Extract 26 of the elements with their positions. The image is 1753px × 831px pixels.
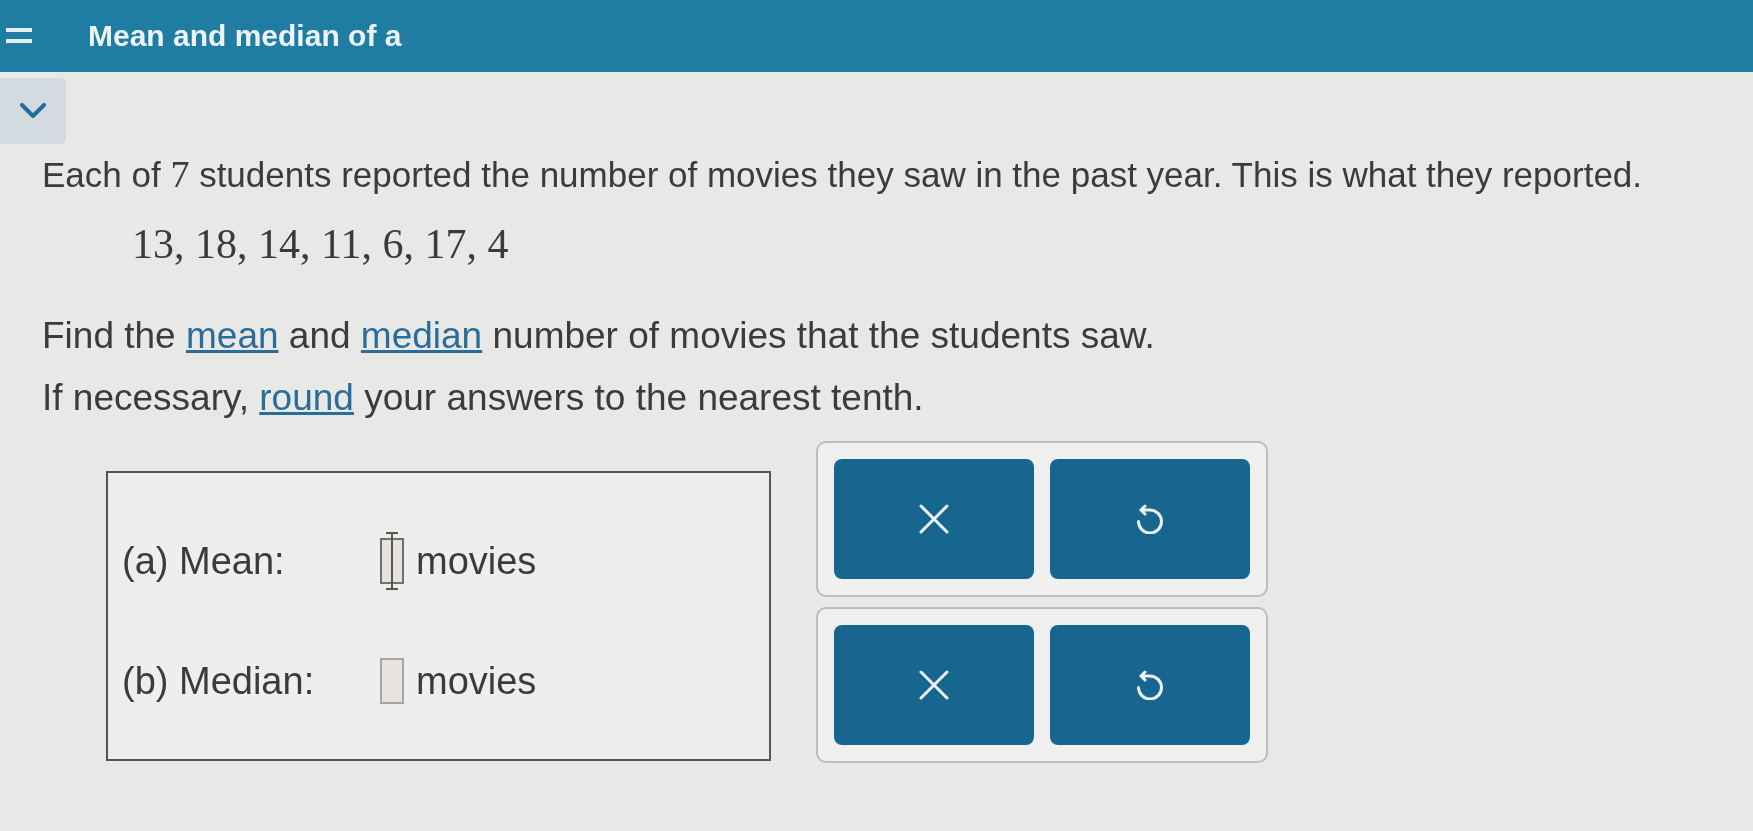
problem-statement: Each of 7 students reported the number of movies they saw in the past year. This is what they reported. bbox=[42, 154, 1643, 195]
glossary-link[interactable]: round bbox=[259, 377, 354, 418]
glossary-link[interactable]: mean bbox=[186, 315, 279, 356]
answer-label: (b) Median: bbox=[122, 659, 316, 703]
clear-button[interactable] bbox=[834, 625, 1034, 745]
glossary-link[interactable]: median bbox=[360, 315, 483, 356]
task-instruction: Find the mean and median number of movies that the students saw. bbox=[42, 315, 1155, 357]
answer-field[interactable] bbox=[380, 538, 404, 584]
rounding-instruction: If necessary, round your answers to the nearest tenth. bbox=[42, 377, 924, 419]
cross-icon bbox=[919, 504, 949, 534]
unit-label: movies bbox=[416, 539, 537, 583]
undo-button[interactable] bbox=[1050, 459, 1250, 579]
chevron-down-icon bbox=[20, 103, 46, 119]
data-values: 13, 18, 14, 11, 6, 17, 4 bbox=[132, 221, 509, 267]
answer-label: (a) Mean: bbox=[122, 539, 286, 583]
collapse-button[interactable] bbox=[0, 78, 66, 144]
undo-button[interactable] bbox=[1050, 625, 1250, 745]
answer-field[interactable] bbox=[380, 658, 404, 704]
menu-icon[interactable] bbox=[6, 26, 32, 46]
cross-icon bbox=[919, 670, 949, 700]
unit-label: movies bbox=[416, 659, 537, 703]
page-title: Mean and median of a bbox=[88, 19, 402, 53]
clear-button[interactable] bbox=[834, 459, 1034, 579]
undo-icon bbox=[1135, 504, 1165, 534]
text-cursor-icon bbox=[385, 532, 399, 590]
undo-icon bbox=[1135, 670, 1165, 700]
